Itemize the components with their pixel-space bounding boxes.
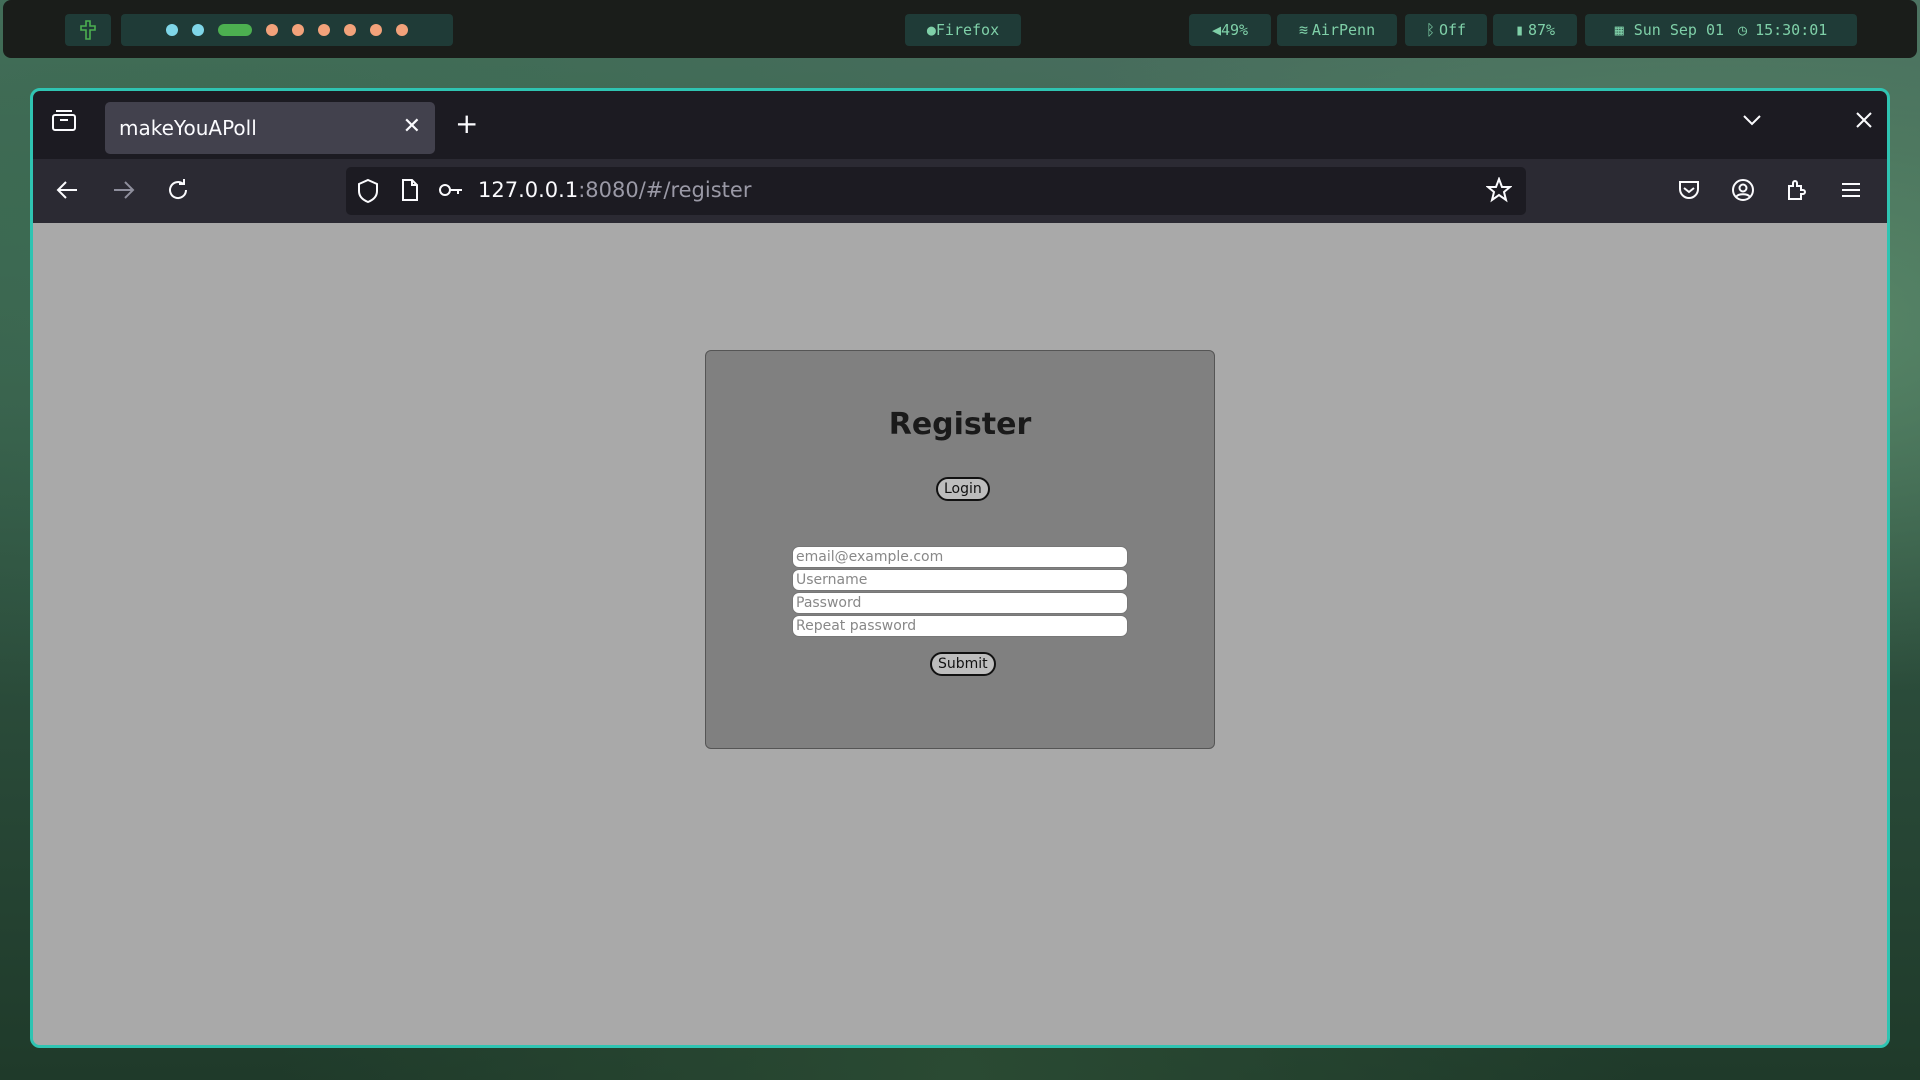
new-tab-button[interactable]: + xyxy=(455,107,478,140)
wifi-indicator[interactable]: ≋ AirPenn xyxy=(1277,14,1397,46)
login-button[interactable]: Login xyxy=(936,477,990,501)
tab-overview-button[interactable] xyxy=(51,109,77,139)
workspace-6[interactable] xyxy=(318,24,330,36)
plus-icon: + xyxy=(455,107,479,140)
password-field[interactable] xyxy=(792,592,1128,614)
calendar-icon: ▦ xyxy=(1614,21,1624,39)
tab-bar: makeYouAPoll ✕ + xyxy=(33,91,1887,159)
close-tab-icon[interactable]: ✕ xyxy=(403,114,421,139)
register-card: Register Login Submit xyxy=(705,350,1215,749)
workspace-9[interactable] xyxy=(396,24,408,36)
chevron-down-icon xyxy=(1743,115,1761,126)
repeat-password-field[interactable] xyxy=(792,615,1128,637)
workspace-2[interactable] xyxy=(192,24,204,36)
url-text[interactable]: 127.0.0.1:8080/#/register xyxy=(478,178,751,202)
navigation-toolbar: 127.0.0.1:8080/#/register xyxy=(33,159,1887,223)
app-menu-button[interactable] xyxy=(1839,178,1863,208)
hamburger-menu-icon xyxy=(1842,183,1860,197)
tab-makeyouapoll[interactable]: makeYouAPoll ✕ xyxy=(105,102,435,154)
key-icon[interactable] xyxy=(438,179,464,207)
list-all-tabs-button[interactable] xyxy=(1741,109,1763,137)
submit-button[interactable]: Submit xyxy=(930,652,996,676)
arrow-left-icon xyxy=(56,181,77,199)
launcher-button[interactable] xyxy=(65,14,111,46)
reload-icon xyxy=(169,179,188,199)
puzzle-icon xyxy=(1788,180,1806,200)
close-icon xyxy=(1856,112,1872,128)
volume-indicator[interactable]: ◀ 49% xyxy=(1189,14,1271,46)
back-button[interactable] xyxy=(55,177,81,209)
workspace-8[interactable] xyxy=(370,24,382,36)
workspace-switcher xyxy=(121,14,453,46)
close-window-button[interactable] xyxy=(1853,109,1875,137)
workspace-4[interactable] xyxy=(266,24,278,36)
system-top-bar: ● Firefox ◀ 49% ≋ AirPenn ᛒ Off ▮ 87% ▦ Sun S… xyxy=(3,0,1917,58)
active-app-indicator[interactable]: ● Firefox xyxy=(905,14,1021,46)
page-title: Register xyxy=(888,407,1032,442)
speaker-icon: ◀ xyxy=(1211,21,1221,39)
shield-icon[interactable] xyxy=(356,178,380,210)
battery-icon: ▮ xyxy=(1514,21,1524,39)
forward-button[interactable] xyxy=(110,177,136,209)
bluetooth-icon: ᛒ xyxy=(1425,21,1435,39)
page-icon[interactable] xyxy=(400,178,420,208)
bookmark-star-icon[interactable] xyxy=(1485,176,1513,209)
wifi-icon: ≋ xyxy=(1298,21,1308,39)
extensions-button[interactable] xyxy=(1785,178,1809,208)
workspace-1[interactable] xyxy=(166,24,178,36)
account-icon xyxy=(1732,179,1754,201)
reload-button[interactable] xyxy=(165,177,191,209)
browser-window: makeYouAPoll ✕ + 127.0.0.1:8080/#/regist… xyxy=(30,88,1890,1048)
clock-indicator[interactable]: ▦ Sun Sep 01 ◷ 15:30:01 xyxy=(1585,14,1857,46)
firefox-icon: ● xyxy=(926,21,936,39)
workspace-5[interactable] xyxy=(292,24,304,36)
workspace-7[interactable] xyxy=(344,24,356,36)
clock-icon: ◷ xyxy=(1738,21,1748,39)
pocket-icon xyxy=(1679,181,1699,199)
workspace-3-active[interactable] xyxy=(218,24,252,36)
account-button[interactable] xyxy=(1731,178,1755,208)
url-bar[interactable]: 127.0.0.1:8080/#/register xyxy=(346,167,1526,215)
arrow-right-icon xyxy=(114,181,135,199)
email-field[interactable] xyxy=(792,546,1128,568)
folder-tabs-icon xyxy=(52,110,76,131)
pocket-button[interactable] xyxy=(1677,178,1701,208)
page-content: Register Login Submit xyxy=(33,223,1887,1045)
battery-indicator[interactable]: ▮ 87% xyxy=(1493,14,1577,46)
bluetooth-indicator[interactable]: ᛒ Off xyxy=(1405,14,1487,46)
tab-title: makeYouAPoll xyxy=(119,116,257,140)
cross-icon xyxy=(80,20,96,40)
username-field[interactable] xyxy=(792,569,1128,591)
